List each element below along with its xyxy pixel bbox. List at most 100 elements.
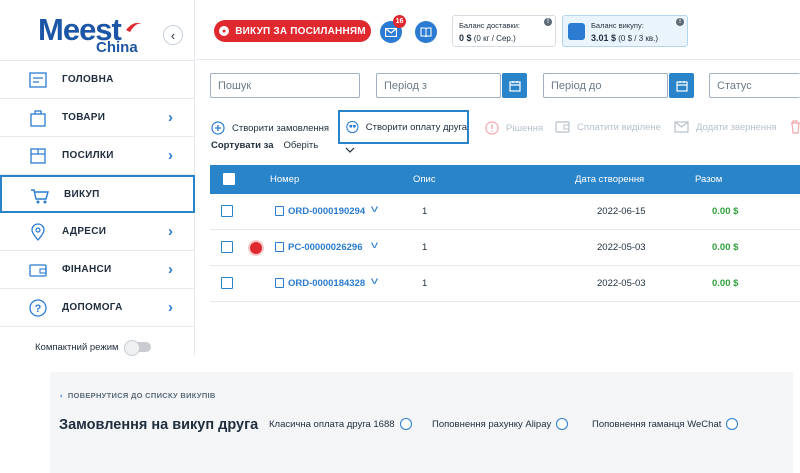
pay-selected-button[interactable]: Сплатити виділене bbox=[555, 121, 661, 133]
create-order-label: Створити замовлення bbox=[232, 122, 330, 134]
sidebar-item-label: ПОСИЛКИ bbox=[62, 150, 114, 161]
sidebar: Meest China ‹ ГОЛОВНА ТОВАРИ › ПОСИЛКИ ›… bbox=[0, 0, 195, 356]
create-friend-payment-label: Створити оплату друга bbox=[365, 121, 467, 133]
buyout-balance-value: 3.01 $ (0 $ / 3 кв.) bbox=[591, 33, 658, 43]
period-from-field[interactable] bbox=[376, 73, 501, 98]
info-icon[interactable]: ! bbox=[544, 18, 552, 26]
delivery-balance-title: Баланс доставки: bbox=[459, 21, 520, 30]
row-checkbox[interactable] bbox=[221, 241, 233, 253]
book-icon bbox=[420, 27, 432, 37]
chevron-right-icon: › bbox=[168, 299, 173, 316]
order-number[interactable]: ORD-0000184328 bbox=[288, 278, 365, 289]
order-date: 2022-05-03 bbox=[597, 278, 646, 289]
buy-by-link-button[interactable]: ● ВИКУП ЗА ПОСИЛАННЯМ bbox=[214, 20, 371, 42]
sidebar-item-label: ВИКУП bbox=[64, 188, 100, 200]
chevron-left-icon: ‹ bbox=[170, 27, 176, 43]
wallet-icon bbox=[29, 264, 47, 277]
meest-china-logo[interactable]: Meest China bbox=[38, 12, 148, 56]
radio-button[interactable] bbox=[556, 418, 569, 430]
calendar-icon bbox=[508, 80, 521, 92]
sidebar-item-label: АДРЕСИ bbox=[62, 226, 107, 237]
chevron-left-icon: ‹ bbox=[60, 391, 63, 400]
order-description: 1 bbox=[422, 242, 428, 253]
messages-count-badge: 16 bbox=[393, 15, 406, 28]
chevron-down-icon[interactable]: v bbox=[371, 240, 378, 251]
sidebar-item-parcels[interactable]: ПОСИЛКИ › bbox=[0, 137, 195, 175]
link-icon: ● bbox=[219, 26, 230, 36]
collapse-sidebar-button[interactable]: ‹ bbox=[163, 25, 183, 45]
document-icon bbox=[275, 206, 284, 216]
chevron-down-icon[interactable]: v bbox=[371, 276, 378, 287]
table-row[interactable]: ORD-0000190294 v 1 2022-06-15 0.00 $ bbox=[210, 194, 800, 230]
back-link-label: ПОВЕРНУТИСЯ ДО СПИСКУ ВИКУПІВ bbox=[67, 391, 216, 400]
create-friend-payment-button[interactable]: Створити оплату друга bbox=[338, 110, 469, 144]
package-icon bbox=[30, 148, 46, 164]
sidebar-item-addresses[interactable]: АДРЕСИ › bbox=[0, 213, 195, 251]
row-checkbox[interactable] bbox=[221, 205, 233, 217]
column-header-date[interactable]: Дата створення bbox=[575, 174, 644, 185]
option-wechat[interactable]: Поповнення гаманця WeChat bbox=[592, 418, 739, 430]
location-pin-icon bbox=[31, 223, 45, 241]
option-classic-1688[interactable]: Класична оплата друга 1688 bbox=[269, 418, 412, 430]
trash-icon[interactable] bbox=[790, 120, 800, 134]
calendar-icon bbox=[675, 80, 688, 92]
sidebar-item-home[interactable]: ГОЛОВНА bbox=[0, 61, 195, 99]
envelope-icon bbox=[674, 121, 689, 133]
order-description: 1 bbox=[422, 206, 428, 217]
sidebar-item-buyout[interactable]: ВИКУП bbox=[0, 175, 195, 213]
delivery-balance-box[interactable]: Баланс доставки: 0 $ (0 кг / Сер.) ! bbox=[452, 15, 556, 47]
period-from-calendar-button[interactable] bbox=[502, 73, 527, 98]
select-all-checkbox[interactable] bbox=[223, 173, 235, 185]
order-number[interactable]: ORD-0000190294 bbox=[288, 206, 365, 217]
column-header-number[interactable]: Номер bbox=[270, 174, 299, 185]
alert-circle-icon bbox=[485, 121, 499, 135]
envelope-icon bbox=[385, 27, 397, 37]
delivery-balance-amount: 0 $ bbox=[459, 33, 472, 43]
sidebar-item-goods[interactable]: ТОВАРИ › bbox=[0, 99, 195, 137]
search-input[interactable] bbox=[210, 73, 360, 98]
home-icon bbox=[29, 72, 47, 88]
period-to-field[interactable] bbox=[543, 73, 668, 98]
sidebar-item-finances[interactable]: ФІНАНСИ › bbox=[0, 251, 195, 289]
chevron-down-icon[interactable] bbox=[345, 147, 355, 153]
friend-order-panel: ‹ ПОВЕРНУТИСЯ ДО СПИСКУ ВИКУПІВ Замовленн… bbox=[50, 372, 793, 473]
sidebar-item-label: ГОЛОВНА bbox=[62, 74, 114, 85]
link-order-icon bbox=[248, 240, 264, 256]
table-row[interactable]: ORD-0000184328 v 1 2022-05-03 0.00 $ bbox=[210, 266, 800, 302]
add-request-button[interactable]: Додати звернення bbox=[674, 121, 777, 133]
guide-button[interactable] bbox=[415, 21, 437, 43]
sort-control[interactable]: Сортувати за Оберіть bbox=[211, 140, 318, 151]
order-number[interactable]: PC-00000026296 bbox=[288, 242, 362, 253]
period-to-calendar-button[interactable] bbox=[669, 73, 694, 98]
delivery-balance-detail: (0 кг / Сер.) bbox=[473, 34, 516, 43]
document-icon bbox=[275, 242, 284, 252]
document-icon bbox=[275, 278, 284, 288]
column-header-total[interactable]: Разом bbox=[695, 174, 722, 185]
info-icon[interactable]: ! bbox=[676, 18, 684, 26]
option-alipay[interactable]: Поповнення рахунку Alipay bbox=[432, 418, 569, 430]
sort-label: Сортувати за bbox=[211, 140, 274, 151]
chevron-right-icon: › bbox=[168, 261, 173, 278]
delivery-balance-value: 0 $ (0 кг / Сер.) bbox=[459, 33, 516, 43]
row-checkbox[interactable] bbox=[221, 277, 233, 289]
table-row[interactable]: PC-00000026296 v 1 2022-05-03 0.00 $ bbox=[210, 230, 800, 266]
buyout-balance-box[interactable]: Баланс викупу: 3.01 $ (0 $ / 3 кв.) ! bbox=[562, 15, 688, 47]
status-select[interactable] bbox=[709, 73, 800, 98]
sort-value: Оберіть bbox=[283, 140, 319, 151]
option-label: Класична оплата друга 1688 bbox=[269, 418, 395, 430]
back-to-buyouts-link[interactable]: ‹ ПОВЕРНУТИСЯ ДО СПИСКУ ВИКУПІВ bbox=[60, 391, 216, 400]
solutions-button[interactable]: Рішення bbox=[485, 121, 543, 135]
column-header-description[interactable]: Опис bbox=[413, 174, 436, 185]
logo-sub: China bbox=[96, 39, 138, 56]
order-date: 2022-06-15 bbox=[597, 206, 646, 217]
radio-button[interactable] bbox=[726, 418, 739, 430]
compact-mode-label: Компактний режим bbox=[35, 342, 119, 353]
top-bar: ● ВИКУП ЗА ПОСИЛАННЯМ 16 Баланс доставки… bbox=[196, 0, 800, 60]
create-order-button[interactable]: Створити замовлення bbox=[211, 121, 329, 135]
order-total: 0.00 $ bbox=[712, 242, 739, 253]
compact-mode-toggle[interactable] bbox=[124, 340, 151, 356]
sidebar-item-help[interactable]: ? ДОПОМОГА › bbox=[0, 289, 195, 327]
radio-button[interactable] bbox=[399, 418, 412, 430]
chevron-down-icon[interactable]: v bbox=[371, 204, 378, 215]
panel-title: Замовлення на викуп друга bbox=[59, 417, 259, 433]
